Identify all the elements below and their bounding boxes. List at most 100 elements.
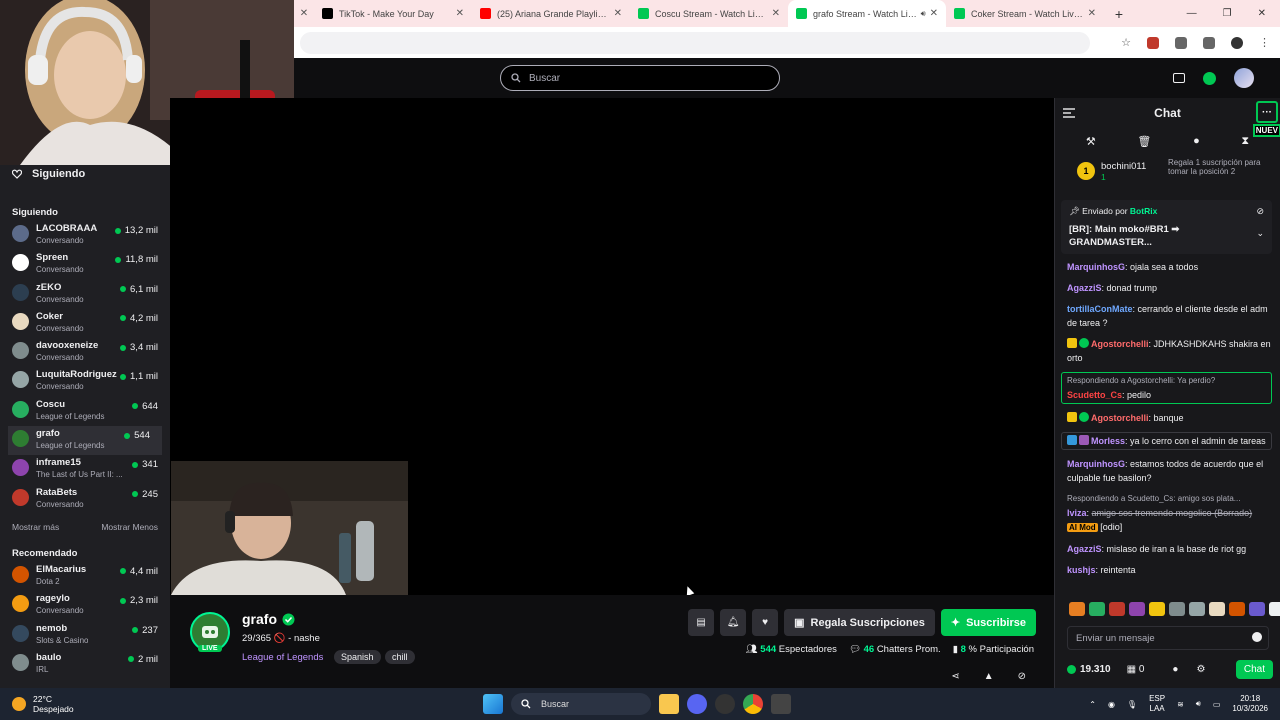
chat-username[interactable]: kushjs bbox=[1067, 565, 1096, 575]
show-less-link[interactable]: Mostrar Menos bbox=[101, 522, 158, 548]
emote-icon[interactable] bbox=[1229, 602, 1245, 616]
gear-icon[interactable]: ⚙ bbox=[1196, 664, 1205, 675]
profile-icon[interactable] bbox=[1231, 36, 1243, 49]
sidebar-channel[interactable]: Coker Conversando 4,2 mil bbox=[0, 309, 170, 338]
weather-widget[interactable]: 22°C Despejado bbox=[0, 694, 200, 714]
sidebar-channel[interactable]: Coscu League of Legends 644 bbox=[0, 397, 170, 426]
chat-username[interactable]: lviza bbox=[1067, 508, 1087, 518]
follow-button[interactable]: ♥ bbox=[752, 609, 779, 636]
gift-subs-button[interactable]: ▣ Regala Suscripciones bbox=[784, 609, 935, 636]
clip-button[interactable]: ▤ bbox=[688, 609, 715, 636]
user-avatar[interactable] bbox=[1234, 68, 1254, 88]
chat-bubble-icon[interactable]: ● bbox=[1172, 664, 1178, 675]
new-tab-button[interactable]: + bbox=[1104, 6, 1134, 22]
emoji-icon[interactable] bbox=[1252, 632, 1262, 642]
chevron-up-icon[interactable]: ⌃ bbox=[1089, 700, 1096, 709]
chat-username[interactable]: Agostorchelli bbox=[1091, 413, 1149, 423]
browser-tab[interactable]: TikTok - Make Your Day ✕ bbox=[314, 0, 472, 27]
channel-name[interactable]: grafo bbox=[242, 611, 277, 627]
media-icon[interactable] bbox=[1203, 36, 1215, 49]
hourglass-icon[interactable]: ⧗ bbox=[1241, 135, 1249, 148]
chat-message[interactable]: Respondiendo a Agostorchelli: Ya perdio?… bbox=[1061, 372, 1272, 404]
extension-icon[interactable] bbox=[1147, 36, 1159, 49]
tab-close-icon[interactable]: ✕ bbox=[772, 8, 780, 19]
chat-username[interactable]: AgazziS bbox=[1067, 283, 1102, 293]
collapse-chat-icon[interactable] bbox=[1063, 107, 1075, 121]
tab-close-icon[interactable]: ✕ bbox=[614, 8, 622, 19]
wifi-icon[interactable]: ≋ bbox=[1177, 700, 1184, 709]
trash-icon[interactable]: 🗑︎ bbox=[1137, 135, 1151, 148]
chat-message[interactable]: MarquinhosG: estamos todos de acuerdo qu… bbox=[1067, 457, 1272, 485]
pinned-message[interactable]: 📌︎ Enviado por BotRix [BR]: Main moko#BR… bbox=[1061, 200, 1272, 254]
windows-start-icon[interactable] bbox=[483, 694, 503, 714]
tab-close-icon[interactable]: ✕ bbox=[294, 8, 314, 19]
network-icon[interactable]: ◉ bbox=[1108, 700, 1115, 709]
close-window-icon[interactable]: ✕ bbox=[1258, 8, 1266, 19]
chat-message[interactable]: Agostorchelli: banque bbox=[1067, 411, 1272, 425]
chat-message[interactable]: tortillaConMate: cerrando el cliente des… bbox=[1067, 302, 1272, 330]
gift-leaderboard[interactable]: 1 bochini011 1 Regala 1 suscripción para… bbox=[1055, 154, 1280, 188]
chat-menu-button[interactable]: ··· bbox=[1256, 101, 1278, 123]
browser-tab[interactable]: Coscu Stream - Watch Live on Kick ✕ bbox=[630, 0, 788, 27]
sidebar-channel[interactable]: rageylo Conversando 2,3 mil bbox=[0, 591, 170, 620]
emote-icon[interactable] bbox=[1249, 602, 1265, 616]
inbox-icon[interactable] bbox=[1173, 73, 1185, 83]
emote-icon[interactable] bbox=[1269, 602, 1280, 616]
emote-icon[interactable] bbox=[1089, 602, 1105, 616]
tab-close-icon[interactable]: ✕ bbox=[930, 8, 938, 19]
url-field[interactable] bbox=[300, 31, 1090, 54]
following-header[interactable]: Siguiendo bbox=[0, 166, 170, 182]
sidebar-channel[interactable]: inframe15 The Last of Us Part II: ... 34… bbox=[0, 455, 170, 484]
sidebar-channel[interactable]: baulo IRL 2 mil bbox=[0, 650, 170, 679]
subscribe-button[interactable]: ✦ Suscribirse bbox=[940, 609, 1036, 636]
chat-message[interactable]: kushjs: reintenta bbox=[1067, 563, 1272, 577]
chat-username[interactable]: Agostorchelli bbox=[1091, 339, 1149, 349]
hammer-icon[interactable]: ⚒ bbox=[1086, 135, 1096, 148]
bag-icon[interactable]: ▦ 0 bbox=[1127, 664, 1145, 675]
notification-button[interactable]: 🔔︎ bbox=[720, 609, 747, 636]
browser-tab[interactable]: grafo Stream - Watch Live on Kick 🔊︎ ✕ bbox=[788, 0, 946, 27]
tag-chill[interactable]: chill bbox=[385, 650, 415, 664]
browser-menu-icon[interactable]: ⋮ bbox=[1259, 36, 1270, 49]
app-icon[interactable] bbox=[771, 694, 791, 714]
obs-icon[interactable] bbox=[715, 694, 735, 714]
browser-tab[interactable]: (25) Ariana Grande Playlist Mix ✕ bbox=[472, 0, 630, 27]
sidebar-channel[interactable]: grafo League of Legends 544 bbox=[8, 426, 162, 456]
sidebar-channel[interactable]: RataBets Conversando 245 bbox=[0, 485, 170, 514]
chat-send-button[interactable]: Chat bbox=[1235, 659, 1273, 679]
star-icon[interactable]: ☆ bbox=[1121, 36, 1131, 49]
chat-message[interactable]: Respondiendo a Scudetto_Cs: amigo sos pl… bbox=[1067, 492, 1272, 535]
emote-icon[interactable] bbox=[1129, 602, 1145, 616]
chat-message[interactable]: Morless: ya lo cerro con el admin de tar… bbox=[1061, 432, 1272, 450]
browser-tab[interactable]: Coker Stream - Watch Live on Kick ✕ bbox=[946, 0, 1104, 27]
chat-username[interactable]: tortillaConMate bbox=[1067, 304, 1133, 314]
discord-icon[interactable] bbox=[687, 694, 707, 714]
emote-icon[interactable] bbox=[1149, 602, 1165, 616]
chat-message[interactable]: AgazziS: mislaso de iran a la base de ri… bbox=[1067, 542, 1272, 556]
chat-message[interactable]: MarquinhosG: ojala sea a todos bbox=[1067, 260, 1272, 274]
emote-icon[interactable] bbox=[1189, 602, 1205, 616]
emote-icon[interactable] bbox=[1109, 602, 1125, 616]
chat-username[interactable]: AgazziS bbox=[1067, 544, 1102, 554]
speaker-icon[interactable]: 🔊︎ bbox=[921, 9, 926, 19]
sidebar-channel[interactable]: LACOBRAAA Conversando 13,2 mil bbox=[0, 221, 170, 250]
taskbar-search[interactable]: Buscar bbox=[511, 693, 651, 715]
share-icon[interactable]: ⋖ bbox=[951, 671, 959, 682]
chat-username[interactable]: MarquinhosG bbox=[1067, 459, 1125, 469]
chat-message[interactable]: Agostorchelli: JDHKASHDKAHS shakira en o… bbox=[1067, 337, 1272, 365]
folder-icon[interactable] bbox=[659, 694, 679, 714]
chrome-icon[interactable] bbox=[743, 694, 763, 714]
tab-close-icon[interactable]: ✕ bbox=[1088, 8, 1096, 19]
language-indicator[interactable]: ESP LAA bbox=[1149, 694, 1165, 714]
chat-username[interactable]: Scudetto_Cs bbox=[1067, 390, 1122, 400]
kick-logo-icon[interactable] bbox=[1203, 71, 1216, 85]
emote-icon[interactable] bbox=[1169, 602, 1185, 616]
unpin-icon[interactable]: ⊘ bbox=[1256, 206, 1264, 217]
chat-username[interactable]: MarquinhosG bbox=[1067, 262, 1125, 272]
sidebar-channel[interactable]: nemob Slots & Casino 237 bbox=[0, 621, 170, 650]
emote-icon[interactable] bbox=[1209, 602, 1225, 616]
emote-icon[interactable] bbox=[1069, 602, 1085, 616]
sidebar-channel[interactable]: LuquitaRodriguez Conversando 1,1 mil bbox=[0, 367, 170, 396]
stream-category[interactable]: League of Legends bbox=[242, 652, 323, 663]
sidebar-channel[interactable]: Spreen Conversando 11,8 mil bbox=[0, 250, 170, 279]
